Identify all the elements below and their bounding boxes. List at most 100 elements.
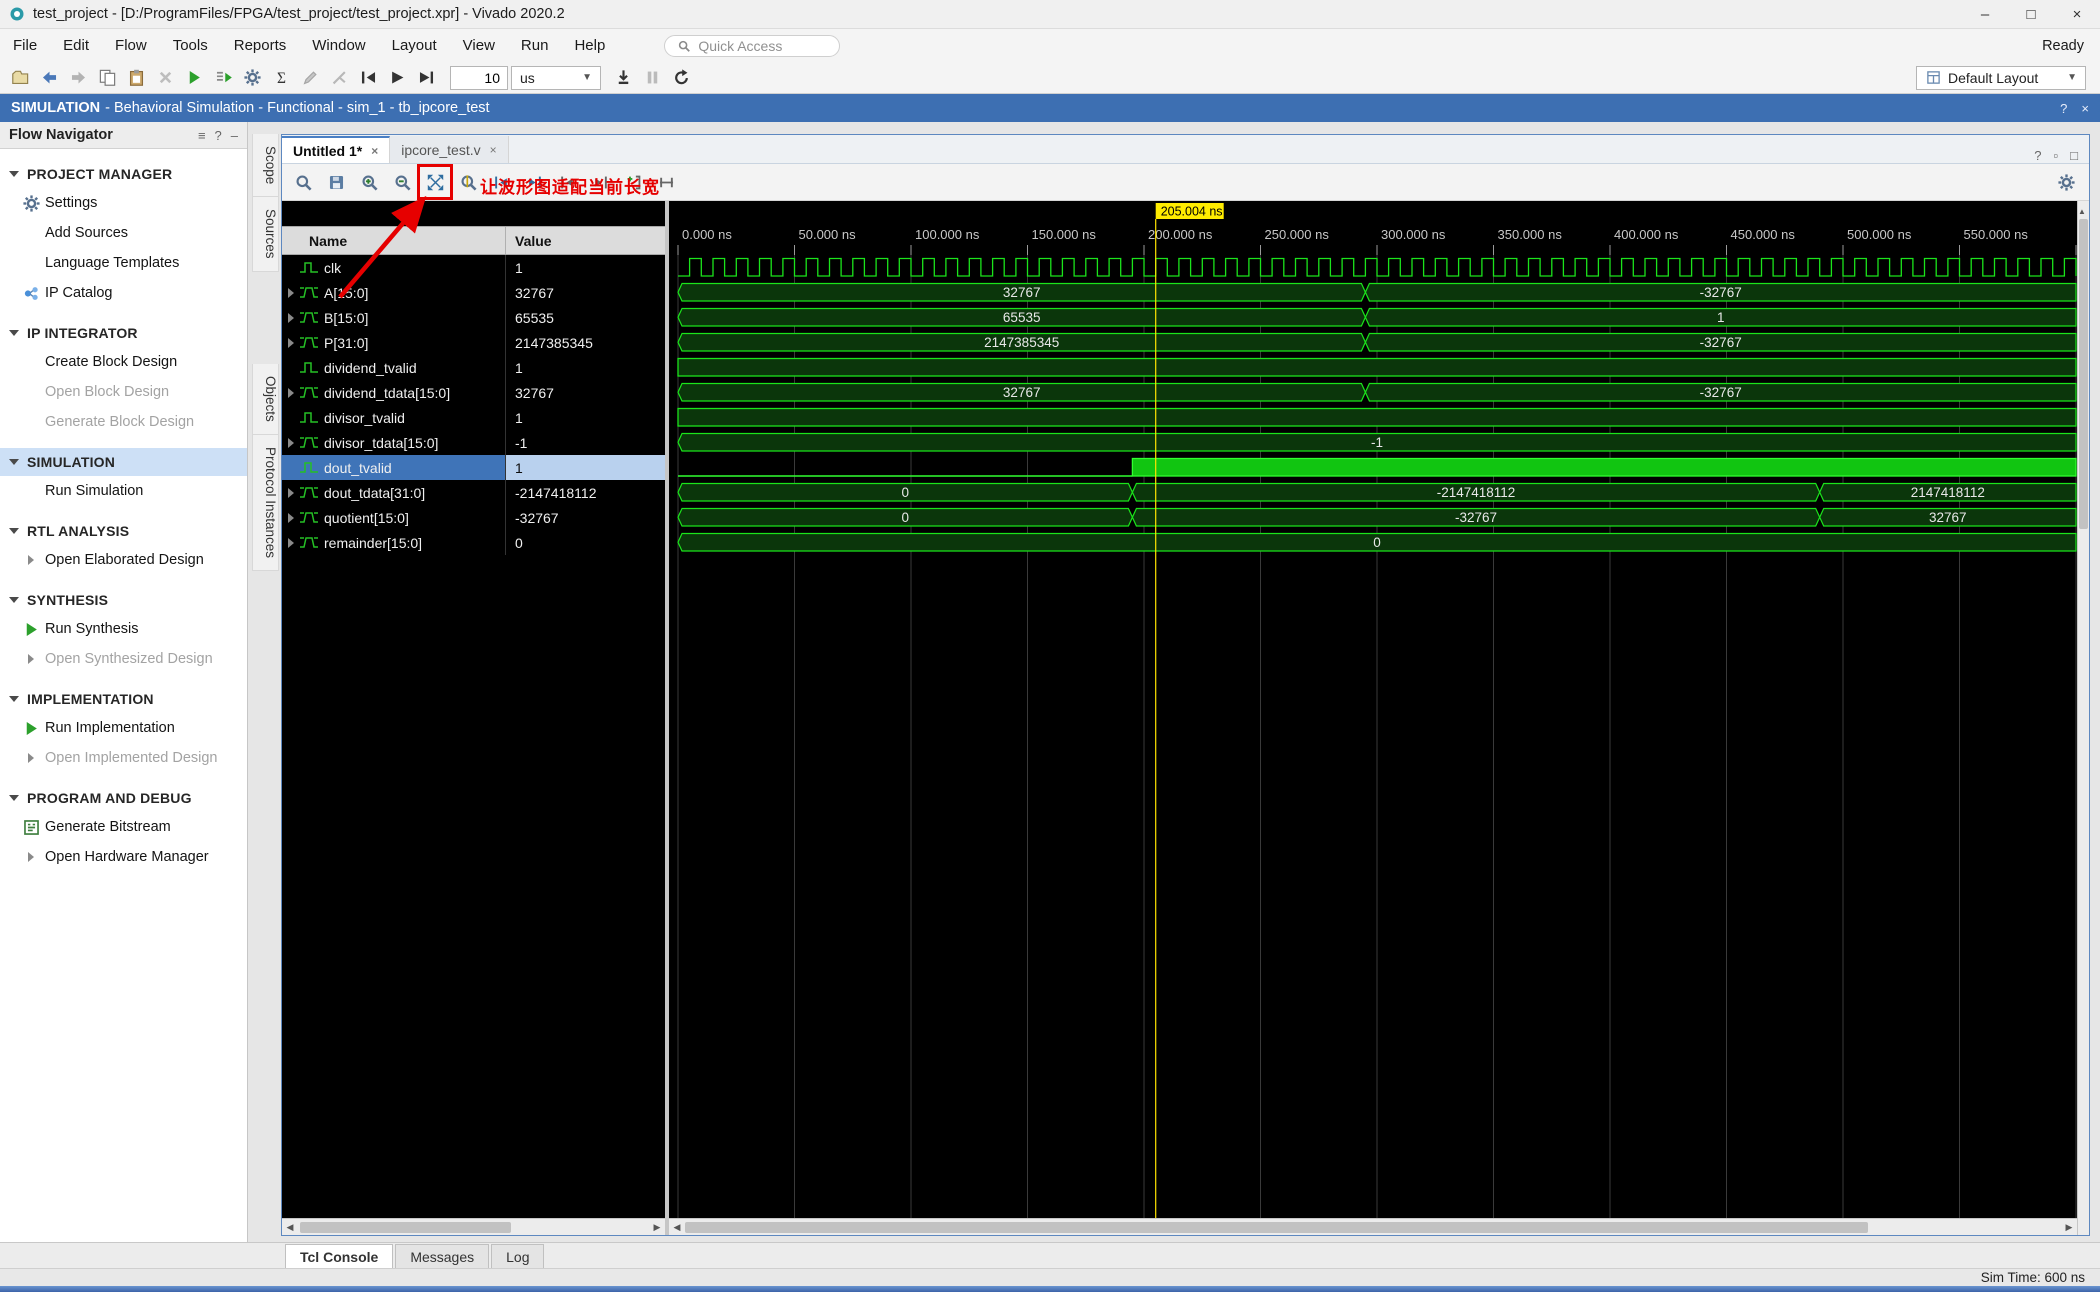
menu-window[interactable]: Window (299, 31, 378, 60)
chevron-right-icon[interactable] (287, 337, 294, 348)
quick-access-box[interactable]: Quick Access (664, 34, 841, 57)
signal-name-cell[interactable]: remainder[15:0] (282, 530, 506, 555)
run-all-icon[interactable] (384, 65, 410, 91)
menu-tools[interactable]: Tools (160, 31, 221, 60)
minimize-button[interactable] (1962, 0, 2008, 28)
bottom-tab-log[interactable]: Log (491, 1244, 545, 1268)
waveform-canvas[interactable]: 0.000 ns 50.000 ns 100.000 ns 150.000 ns 200… (669, 201, 2077, 1218)
signal-value-cell[interactable]: 1 (506, 405, 665, 430)
scroll-track[interactable] (685, 1221, 2061, 1234)
waveform-vscrollbar[interactable] (2077, 201, 2089, 1235)
value-column-header[interactable]: Value (506, 227, 665, 254)
chevron-right-icon[interactable] (287, 437, 294, 448)
signal-name-cell[interactable]: dividend_tvalid (282, 355, 506, 380)
edit-icon[interactable] (297, 65, 323, 91)
side-tab-scope[interactable]: Scope (252, 134, 279, 198)
zoom-out-icon[interactable] (388, 168, 416, 196)
nav-item-run-simulation[interactable]: Run Simulation (0, 476, 247, 506)
signal-value-cell[interactable]: -32767 (506, 505, 665, 530)
signal-row-dout-tdata-31-0[interactable]: dout_tdata[31:0] -2147418112 (282, 480, 665, 505)
close-tab-icon[interactable] (490, 143, 497, 157)
signal-name-cell[interactable]: quotient[15:0] (282, 505, 506, 530)
sim-time-input[interactable] (450, 65, 508, 90)
nav-item-add-sources[interactable]: Add Sources (0, 218, 247, 248)
signal-row-remainder-15-0[interactable]: remainder[15:0] 0 (282, 530, 665, 555)
nav-item-create-block-design[interactable]: Create Block Design (0, 347, 247, 377)
signal-value-cell[interactable]: 0 (506, 530, 665, 555)
chevron-right-icon[interactable] (287, 537, 294, 548)
nav-section-header-rtl-analysis[interactable]: RTL ANALYSIS (0, 517, 247, 545)
chevron-right-icon[interactable] (287, 487, 294, 498)
run-step-icon[interactable] (210, 65, 236, 91)
delete-icon[interactable] (152, 65, 178, 91)
help-icon[interactable] (2034, 148, 2041, 163)
relaunch-icon[interactable] (668, 65, 694, 91)
menu-edit[interactable]: Edit (50, 31, 102, 60)
scroll-thumb[interactable] (300, 1221, 511, 1233)
menu-reports[interactable]: Reports (221, 31, 300, 60)
nav-item-ip-catalog[interactable]: IP Catalog (0, 278, 247, 308)
signal-value-cell[interactable]: 1 (506, 455, 665, 480)
signal-name-cell[interactable]: clk (282, 255, 506, 280)
search-icon[interactable] (289, 168, 317, 196)
chevron-right-icon[interactable] (287, 312, 294, 323)
help-icon[interactable] (215, 128, 222, 143)
sum-icon[interactable]: Σ (268, 65, 294, 91)
float-icon[interactable] (2054, 148, 2059, 163)
signal-row-b-15-0[interactable]: B[15:0] 65535 (282, 305, 665, 330)
max-icon[interactable] (2070, 148, 2078, 163)
step-icon[interactable] (610, 65, 636, 91)
nav-section-header-project-manager[interactable]: PROJECT MANAGER (0, 160, 247, 188)
nav-item-run-synthesis[interactable]: Run Synthesis (0, 614, 247, 644)
nav-item-open-implemented-design[interactable]: Open Implemented Design (0, 743, 247, 773)
menu-file[interactable]: File (0, 31, 50, 60)
nav-section-header-ip-integrator[interactable]: IP INTEGRATOR (0, 319, 247, 347)
bottom-tab-tcl-console[interactable]: Tcl Console (285, 1244, 394, 1268)
ip-icon[interactable] (20, 282, 42, 304)
nav-section-header-simulation[interactable]: SIMULATION (0, 448, 247, 476)
bottom-tab-messages[interactable]: Messages (395, 1244, 490, 1268)
bitstream-icon[interactable] (20, 816, 42, 838)
signal-value-cell[interactable]: 1 (506, 355, 665, 380)
signal-row-quotient-15-0[interactable]: quotient[15:0] -32767 (282, 505, 665, 530)
scroll-up-icon[interactable] (2078, 205, 2086, 219)
nav-item-open-block-design[interactable]: Open Block Design (0, 377, 247, 407)
side-tab-objects[interactable]: Objects (252, 363, 279, 435)
nav-section-header-program-and-debug[interactable]: PROGRAM AND DEBUG (0, 784, 247, 812)
scroll-right-icon[interactable] (2061, 1222, 2077, 1233)
signal-name-cell[interactable]: divisor_tvalid (282, 405, 506, 430)
signal-value-cell[interactable]: -1 (506, 430, 665, 455)
menu-run[interactable]: Run (508, 31, 562, 60)
signal-value-cell[interactable]: -2147418112 (506, 480, 665, 505)
minimize-panel-icon[interactable] (231, 128, 238, 143)
copy-icon[interactable] (94, 65, 120, 91)
scroll-thumb[interactable] (2079, 219, 2088, 529)
play-icon[interactable] (20, 717, 42, 739)
menu-flow[interactable]: Flow (102, 31, 160, 60)
close-context-icon[interactable] (2081, 101, 2089, 116)
nav-item-run-implementation[interactable]: Run Implementation (0, 713, 247, 743)
nav-item-open-synthesized-design[interactable]: Open Synthesized Design (0, 644, 247, 674)
restart-icon[interactable] (355, 65, 381, 91)
paste-icon[interactable] (123, 65, 149, 91)
signal-row-clk[interactable]: clk 1 (282, 255, 665, 280)
signal-name-cell[interactable]: dout_tvalid (282, 455, 506, 480)
tab-untitled-1[interactable]: Untitled 1* (282, 136, 391, 163)
time-unit-select[interactable]: us (511, 65, 601, 90)
side-tab-sources[interactable]: Sources (252, 197, 279, 272)
tab-ipcore-test-v[interactable]: ipcore_test.v (390, 136, 509, 163)
menu-help[interactable]: Help (561, 31, 618, 60)
maximize-button[interactable] (2008, 0, 2054, 28)
menu-layout[interactable]: Layout (379, 31, 450, 60)
help-icon[interactable] (2060, 101, 2067, 116)
signal-name-cell[interactable]: P[31:0] (282, 330, 506, 355)
signal-row-dividend-tvalid[interactable]: dividend_tvalid 1 (282, 355, 665, 380)
save-wave-icon[interactable] (322, 168, 350, 196)
signal-row-dout-tvalid[interactable]: dout_tvalid 1 (282, 455, 665, 480)
undo-icon[interactable] (36, 65, 62, 91)
close-button[interactable] (2054, 0, 2100, 28)
run-for-icon[interactable] (413, 65, 439, 91)
nav-item-language-templates[interactable]: Language Templates (0, 248, 247, 278)
waveform-hscrollbar[interactable] (669, 1218, 2077, 1235)
signal-value-cell[interactable]: 32767 (506, 280, 665, 305)
